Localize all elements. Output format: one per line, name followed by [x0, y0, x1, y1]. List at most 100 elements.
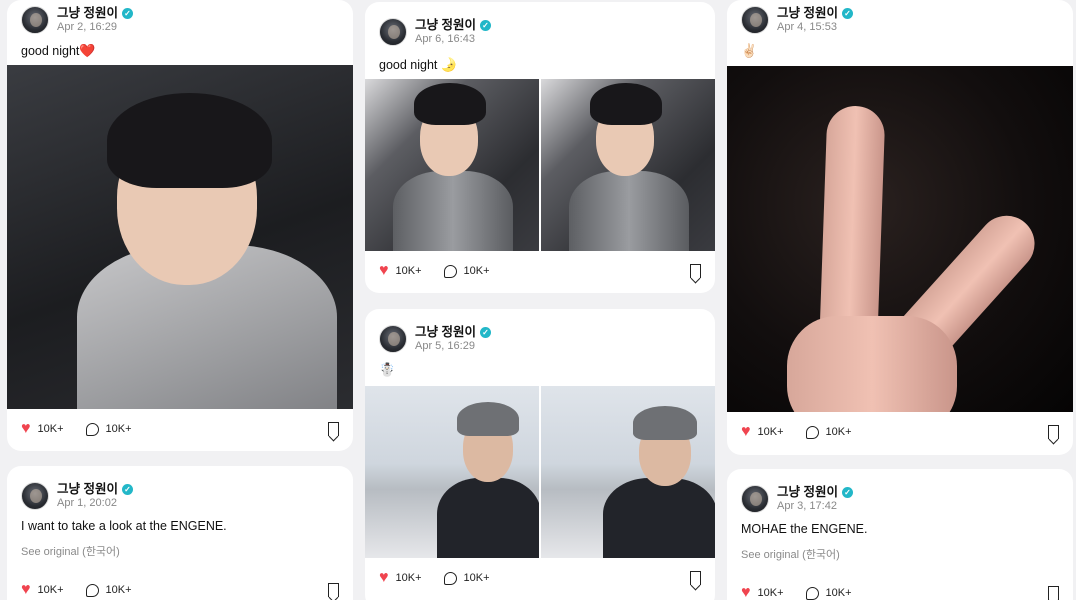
comment-count: 10K+ — [825, 587, 852, 599]
verified-badge-icon: ✓ — [121, 8, 133, 20]
heart-icon: ♥ — [741, 584, 751, 600]
post-text: good night❤️ — [7, 42, 353, 60]
post-date: Apr 6, 16:43 — [415, 32, 475, 45]
post-text: ☃️ — [365, 361, 715, 379]
post-header: 그냥 정원이 ✓ Apr 4, 15:53 — [727, 0, 1073, 40]
author-name[interactable]: 그냥 정원이 — [415, 18, 476, 32]
post-header: 그냥 정원이 ✓ Apr 3, 17:42 — [727, 479, 1073, 519]
bookmark-icon[interactable] — [1048, 586, 1059, 600]
post-actions: ♥ 10K+ 10K+ — [365, 558, 715, 598]
avatar[interactable] — [21, 482, 49, 510]
post-card[interactable]: 그냥 정원이 ✓ Apr 6, 16:43 good night 🌛 ♥ 10K+ … — [365, 2, 715, 293]
author-name[interactable]: 그냥 정원이 — [777, 6, 838, 20]
see-original-link[interactable]: See original (한국어) — [727, 546, 1073, 562]
post-header: 그냥 정원이 ✓ Apr 1, 20:02 — [7, 476, 353, 516]
gallery-photo[interactable] — [365, 386, 539, 558]
post-date: Apr 4, 15:53 — [777, 20, 837, 33]
comment-bubble-icon — [85, 583, 99, 597]
post-photo-gallery[interactable] — [365, 79, 715, 251]
comment-button[interactable]: 10K+ — [85, 583, 132, 597]
post-text: I want to take a look at the ENGENE. — [21, 519, 227, 533]
like-count: 10K+ — [395, 265, 422, 277]
heart-emoji: ❤️ — [79, 43, 96, 58]
like-button[interactable]: ♥ 10K+ — [21, 582, 64, 598]
author-name[interactable]: 그냥 정원이 — [777, 485, 838, 499]
like-button[interactable]: ♥ 10K+ — [379, 570, 422, 586]
heart-icon: ♥ — [379, 262, 389, 279]
post-photo-gallery[interactable] — [365, 386, 715, 558]
post-date: Apr 1, 20:02 — [57, 496, 117, 509]
hair-figure — [590, 83, 662, 125]
like-count: 10K+ — [395, 572, 422, 584]
avatar[interactable] — [21, 6, 49, 34]
like-button[interactable]: ♥ 10K+ — [741, 424, 784, 440]
post-text-content: good night — [21, 44, 80, 58]
avatar[interactable] — [741, 6, 769, 34]
post-actions: ♥ 10K+ 10K+ — [365, 251, 715, 291]
see-original-link[interactable]: See original (한국어) — [7, 543, 353, 559]
bookmark-icon[interactable] — [690, 264, 701, 278]
post-date: Apr 5, 16:29 — [415, 339, 475, 352]
like-button[interactable]: ♥ 10K+ — [21, 421, 64, 437]
post-text-content: good night — [379, 58, 438, 72]
author-name[interactable]: 그냥 정원이 — [415, 325, 476, 339]
gallery-photo[interactable] — [541, 79, 715, 251]
beanie-figure — [457, 402, 519, 436]
comment-button[interactable]: 10K+ — [85, 422, 132, 436]
avatar[interactable] — [379, 18, 407, 46]
moon-emoji: 🌛 — [440, 57, 458, 72]
post-text: ✌🏻 — [727, 42, 1073, 60]
post-header: 그냥 정원이 ✓ Apr 5, 16:29 — [365, 319, 715, 359]
post-date: Apr 3, 17:42 — [777, 499, 837, 512]
post-actions: ♥ 10K+ 10K+ — [7, 409, 353, 449]
like-count: 10K+ — [37, 584, 64, 596]
post-card[interactable]: 그냥 정원이 ✓ Apr 1, 20:02 I want to take a lo… — [7, 466, 353, 600]
bookmark-icon[interactable] — [328, 583, 339, 597]
palm-figure — [787, 316, 957, 412]
verified-badge-icon: ✓ — [841, 8, 853, 20]
peace-sign-emoji: ✌🏻 — [741, 43, 758, 58]
like-button[interactable]: ♥ 10K+ — [379, 263, 422, 279]
comment-button[interactable]: 10K+ — [443, 571, 490, 585]
post-photo[interactable] — [727, 66, 1073, 412]
avatar[interactable] — [741, 485, 769, 513]
verified-badge-icon: ✓ — [841, 487, 853, 499]
comment-count: 10K+ — [463, 572, 490, 584]
gallery-photo[interactable] — [541, 386, 715, 558]
bookmark-icon[interactable] — [328, 422, 339, 436]
post-actions: ♥ 10K+ 10K+ — [727, 412, 1073, 452]
like-count: 10K+ — [757, 587, 784, 599]
like-count: 10K+ — [757, 426, 784, 438]
comment-count: 10K+ — [463, 265, 490, 277]
jacket-figure — [437, 478, 539, 558]
hair-figure — [414, 83, 486, 125]
like-button[interactable]: ♥ 10K+ — [741, 585, 784, 600]
heart-icon: ♥ — [21, 420, 31, 437]
avatar[interactable] — [379, 325, 407, 353]
heart-icon: ♥ — [21, 581, 31, 598]
jacket-figure — [603, 478, 715, 558]
post-card[interactable]: 그냥 정원이 ✓ Apr 4, 15:53 ✌🏻 ♥ 10K+ 10K+ — [727, 0, 1073, 455]
verified-badge-icon: ✓ — [479, 327, 491, 339]
post-header: 그냥 정원이 ✓ Apr 6, 16:43 — [365, 12, 715, 52]
post-photo[interactable] — [7, 65, 353, 409]
comment-button[interactable]: 10K+ — [805, 425, 852, 439]
comment-bubble-icon — [805, 586, 819, 600]
post-card[interactable]: 그냥 정원이 ✓ Apr 2, 16:29 good night❤️ ♥ 10K+ … — [7, 0, 353, 451]
comment-count: 10K+ — [105, 423, 132, 435]
author-name[interactable]: 그냥 정원이 — [57, 482, 118, 496]
post-card[interactable]: 그냥 정원이 ✓ Apr 5, 16:29 ☃️ ♥ 10K+ 10K+ — [365, 309, 715, 600]
post-header: 그냥 정원이 ✓ Apr 2, 16:29 — [7, 0, 353, 40]
post-text: MOHAE the ENGENE. — [741, 522, 868, 536]
author-name[interactable]: 그냥 정원이 — [57, 6, 118, 20]
like-count: 10K+ — [37, 423, 64, 435]
comment-button[interactable]: 10K+ — [805, 586, 852, 600]
gallery-photo[interactable] — [365, 79, 539, 251]
post-card[interactable]: 그냥 정원이 ✓ Apr 3, 17:42 MOHAE the ENGENE. S… — [727, 469, 1073, 600]
comment-button[interactable]: 10K+ — [443, 264, 490, 278]
bookmark-icon[interactable] — [690, 571, 701, 585]
post-text: good night 🌛 — [365, 56, 715, 74]
comment-bubble-icon — [85, 422, 99, 436]
bookmark-icon[interactable] — [1048, 425, 1059, 439]
hair-figure — [107, 93, 272, 188]
